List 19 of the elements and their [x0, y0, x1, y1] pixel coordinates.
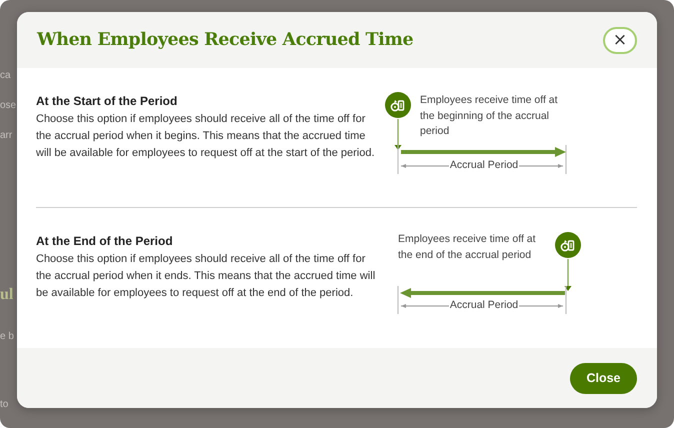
marker-arrow	[394, 119, 402, 150]
dialog-title: When Employees Receive Accrued Time	[37, 30, 414, 50]
coins-icon	[555, 232, 581, 258]
background-text: ul	[0, 285, 14, 305]
background-text: to	[0, 398, 8, 412]
close-button[interactable]: Close	[570, 362, 637, 394]
option-description: Choose this option if employees should receive all of the time off for the accrual period when it begins. This means that the accrued time will be available for employees to request off at the start of the period.	[36, 112, 376, 161]
diagram-caption: Employees receive time off at the end of the accrual period	[398, 232, 537, 262]
background-text: ose	[0, 99, 16, 113]
background-text: arr	[0, 129, 12, 143]
option-heading: At the End of the Period	[36, 234, 174, 248]
coins-icon	[385, 92, 411, 118]
background-text: ca	[0, 69, 11, 83]
background-text: e b	[0, 330, 14, 344]
diagram-caption: Employees receive time off at the beginning of the accrual period	[420, 93, 559, 139]
option-heading: At the Start of the Period	[36, 94, 178, 108]
option-description: Choose this option if employees should receive all of the time off for the accrual period when it ends. This means that the accrued time will be available for employees to request off at the end of the period.	[36, 252, 376, 301]
close-button[interactable]: ×	[603, 26, 637, 54]
marker-arrow	[564, 259, 572, 291]
